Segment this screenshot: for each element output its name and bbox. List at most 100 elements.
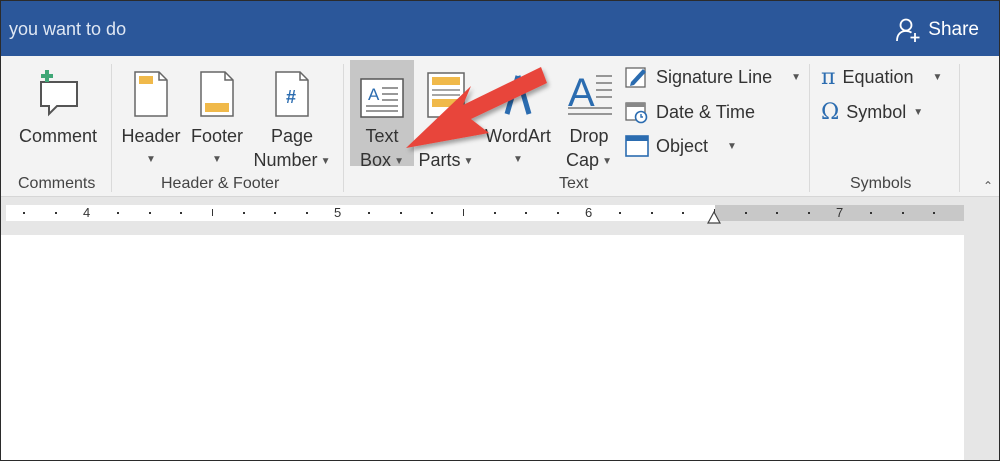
page-number-label-line1: Page <box>270 126 314 146</box>
text-box-button[interactable]: A Text Box ▼ <box>350 62 414 174</box>
footer-page-icon <box>200 71 234 117</box>
ruler-tick <box>23 212 25 214</box>
object-button[interactable]: Object ▼ <box>625 135 737 157</box>
object-label: Object <box>656 135 709 156</box>
wordart-label: WordArt <box>485 126 551 146</box>
collapse-ribbon-icon[interactable]: ⌃ <box>983 179 993 193</box>
ruler-tick <box>651 212 653 214</box>
signature-line-dropdown-icon: ▼ <box>791 71 801 83</box>
drop-cap-icon: A <box>568 71 612 115</box>
symbol-label: Symbol <box>846 102 907 122</box>
ruler-tick <box>933 212 935 214</box>
ruler-tick <box>494 212 496 214</box>
date-time-button[interactable]: Date & Time <box>625 100 755 124</box>
group-separator <box>111 64 112 192</box>
ribbon-insert: Comment Comments Header ▼ Footer ▼ # Pag… <box>1 56 999 197</box>
signature-line-button[interactable]: Signature Line ▼ <box>625 65 801 89</box>
word-window: you want to do Share Comment Comments He… <box>0 0 1000 461</box>
ruler-tick <box>180 212 182 214</box>
equation-button[interactable]: π Equation ▼ <box>821 65 942 90</box>
group-separator <box>343 64 344 192</box>
ruler-tick <box>619 212 621 214</box>
ruler-tick <box>117 212 119 214</box>
wordart-icon <box>504 75 532 115</box>
person-add-icon <box>896 18 920 42</box>
quick-parts-dropdown-icon: ▼ <box>463 156 474 167</box>
ruler-tick <box>525 212 527 214</box>
ruler-number: 7 <box>836 205 844 220</box>
ruler-tick <box>306 212 308 214</box>
ruler-tick <box>400 212 402 214</box>
object-dropdown-icon: ▼ <box>727 140 737 152</box>
omega-icon: Ω <box>821 100 840 125</box>
page-number-button[interactable]: # Page Number ▼ <box>249 62 335 174</box>
ruler-tick <box>870 212 872 214</box>
ruler-tick <box>243 212 245 214</box>
document-gutter <box>964 221 999 460</box>
equation-dropdown-icon: ▼ <box>932 72 943 83</box>
ruler-tick <box>463 209 464 216</box>
ruler-tick <box>368 212 370 214</box>
ruler-tick <box>557 212 559 214</box>
right-indent-marker-icon[interactable] <box>707 211 721 225</box>
symbol-dropdown-icon: ▼ <box>913 107 924 118</box>
ruler-tick <box>149 212 151 214</box>
ruler-tick <box>274 212 276 214</box>
header-page-icon <box>134 71 168 117</box>
share-label: Share <box>928 19 979 40</box>
ruler-number: 4 <box>83 205 91 220</box>
group-label-header-footer: Header & Footer <box>161 175 280 192</box>
ruler-number: 5 <box>334 205 342 220</box>
equation-label: Equation <box>842 67 914 87</box>
drop-cap-label-line1: Drop <box>569 126 609 146</box>
ruler-tick <box>776 212 778 214</box>
header-button[interactable]: Header ▼ <box>119 62 183 172</box>
symbol-button[interactable]: Ω Symbol ▼ <box>821 100 923 125</box>
title-bar: you want to do Share <box>1 1 999 56</box>
calendar-clock-icon <box>625 102 648 124</box>
page-number-label-line2: Number <box>253 150 318 170</box>
new-comment-icon <box>40 70 78 117</box>
footer-label: Footer <box>190 126 244 146</box>
ruler-number: 6 <box>585 205 593 220</box>
drop-cap-label-line2: Cap <box>566 150 600 170</box>
drop-cap-button[interactable]: A Drop Cap ▼ <box>559 62 619 174</box>
object-icon <box>625 135 649 157</box>
ruler-tick <box>745 212 747 214</box>
comment-button[interactable]: Comment <box>15 62 101 148</box>
page-number-dropdown-icon: ▼ <box>320 156 331 167</box>
pi-icon: π <box>821 65 836 90</box>
comment-label: Comment <box>18 126 98 146</box>
quick-parts-button[interactable]: Parts ▼ <box>415 62 477 174</box>
text-box-label-line1: Text <box>365 126 399 146</box>
ruler-tick <box>431 212 433 214</box>
text-box-dropdown-icon: ▼ <box>394 156 404 167</box>
signature-line-label: Signature Line <box>656 66 773 87</box>
group-label-symbols: Symbols <box>850 175 912 192</box>
ruler-tick <box>808 212 810 214</box>
tell-me-search[interactable]: you want to do <box>9 19 126 40</box>
ruler-tick <box>55 212 57 214</box>
group-separator <box>809 64 810 192</box>
share-button[interactable]: Share <box>895 17 979 43</box>
document-page[interactable] <box>1 235 964 460</box>
signature-line-icon <box>625 67 646 88</box>
group-label-comments: Comments <box>18 175 96 192</box>
drop-cap-dropdown-icon: ▼ <box>602 156 612 167</box>
ruler-tick <box>212 209 213 216</box>
ruler-tick <box>902 212 904 214</box>
page-number-icon: # <box>275 71 309 117</box>
svg-text:A: A <box>368 85 380 104</box>
group-label-text: Text <box>559 175 589 192</box>
footer-button[interactable]: Footer ▼ <box>185 62 249 172</box>
header-dropdown-icon: ▼ <box>146 154 156 165</box>
wordart-button[interactable]: WordArt ▼ <box>479 62 557 172</box>
date-time-label: Date & Time <box>656 101 756 122</box>
text-box-label-line2: Box <box>360 150 392 170</box>
text-box-icon: A <box>360 78 404 118</box>
ruler-tick <box>682 212 684 214</box>
quick-parts-icon <box>427 72 465 118</box>
footer-dropdown-icon: ▼ <box>212 154 222 165</box>
group-separator <box>959 64 960 192</box>
wordart-dropdown-icon: ▼ <box>513 154 523 165</box>
